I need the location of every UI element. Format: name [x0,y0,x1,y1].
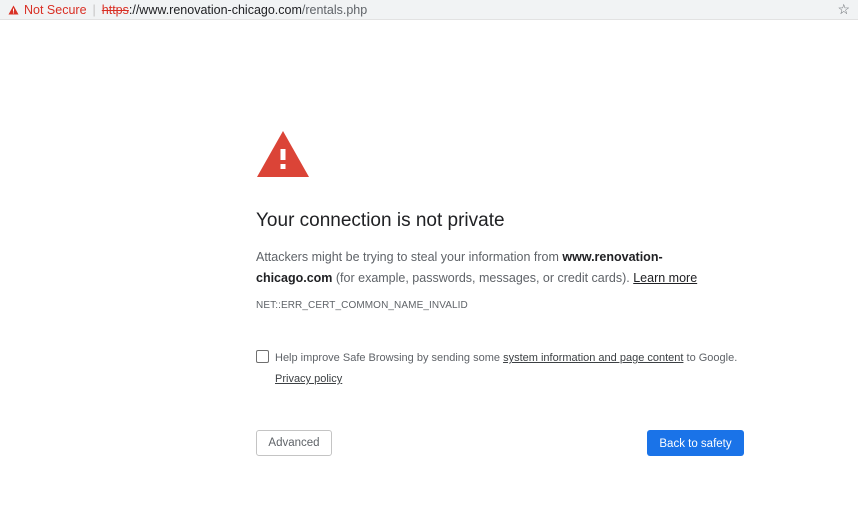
explanation-tail: (for example, passwords, messages, or cr… [332,271,634,285]
url-scheme: https [101,2,129,17]
url-host: ://www.renovation-chicago.com [128,2,302,17]
safe-browsing-checkbox[interactable] [256,350,269,363]
url-text[interactable]: https://www.renovation-chicago.com/renta… [102,3,367,17]
warning-icon[interactable] [8,5,19,15]
optin-tail: to Google. [683,352,738,364]
optin-intro: Help improve Safe Browsing by sending so… [275,352,504,364]
page-title: Your connection is not private [256,210,505,231]
learn-more-link[interactable]: Learn more [633,271,697,285]
system-info-link[interactable]: system information and page content [503,352,683,364]
privacy-policy-link[interactable]: Privacy policy [275,373,342,385]
divider: | [92,2,96,17]
error-code: NET::ERR_CERT_COMMON_NAME_INVALID [256,300,468,311]
address-bar[interactable]: Not Secure | https://www.renovation-chic… [0,0,858,20]
explanation-intro: Attackers might be trying to steal your … [256,250,563,264]
optin-text: Help improve Safe Browsing by sending so… [275,348,755,390]
explanation-text: Attackers might be trying to steal your … [256,247,726,289]
not-secure-label[interactable]: Not Secure [24,3,87,17]
back-to-safety-button[interactable]: Back to safety [647,430,744,456]
advanced-button[interactable]: Advanced [256,430,332,456]
warning-triangle-icon [256,130,310,183]
star-icon[interactable]: ☆ [837,1,850,18]
url-path: /rentals.php [301,2,368,17]
